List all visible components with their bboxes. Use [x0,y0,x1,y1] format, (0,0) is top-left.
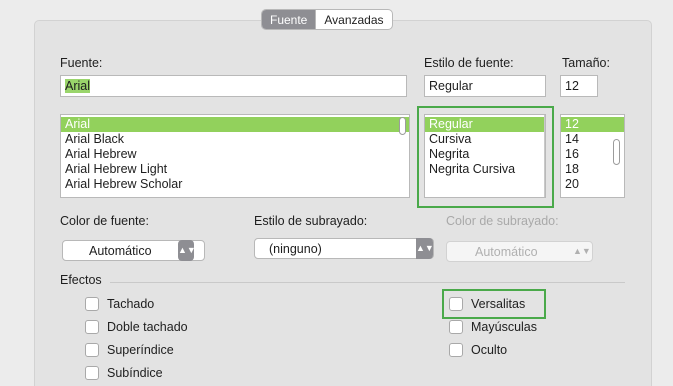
checkbox-label: Subíndice [107,366,163,380]
list-item[interactable]: Arial Hebrew Light [61,162,409,177]
list-item[interactable]: Arial Hebrew Scholar [61,177,409,192]
tab-avanzadas[interactable]: Avanzadas [315,10,391,29]
checkbox-tachado[interactable]: Tachado [85,297,154,311]
size-list-scrollbar[interactable] [613,139,620,165]
checkbox-box[interactable] [85,297,99,311]
versalitas-highlight [442,289,546,319]
font-style-label: Estilo de fuente: [424,56,514,70]
font-color-value: Automático [89,244,152,258]
list-item[interactable]: 12 [561,117,624,132]
font-size-field[interactable]: 12 [560,75,598,97]
checkbox-box[interactable] [85,320,99,334]
effects-divider [110,282,625,283]
font-list[interactable]: Arial Arial Black Arial Hebrew Arial Heb… [60,114,410,198]
checkbox-box[interactable] [85,343,99,357]
list-item[interactable]: Arial Black [61,132,409,147]
size-label: Tamaño: [562,56,610,70]
tab-segmented-control: Fuente Avanzadas [261,9,393,30]
font-list-scrollbar[interactable] [399,117,406,135]
checkbox-mayusculas[interactable]: Mayúsculas [449,320,537,334]
font-color-label: Color de fuente: [60,214,149,228]
checkbox-subindice[interactable]: Subíndice [85,366,163,380]
checkbox-label: Doble tachado [107,320,188,334]
checkbox-oculto[interactable]: Oculto [449,343,507,357]
checkbox-superindice[interactable]: Superíndice [85,343,174,357]
popup-arrows-icon: ▲▼ [416,238,434,259]
list-item[interactable]: Arial Hebrew [61,147,409,162]
underline-style-label: Estilo de subrayado: [254,214,368,228]
checkbox-box[interactable] [85,366,99,380]
checkbox-label: Tachado [107,297,155,311]
underline-color-label: Color de subrayado: [446,214,559,228]
font-size-list[interactable]: 12 14 16 18 20 [560,114,625,198]
underline-color-value: Automático [475,245,538,259]
list-item[interactable]: 20 [561,177,624,192]
effects-label: Efectos [60,273,102,287]
checkbox-label: Mayúsculas [471,320,537,334]
focus-highlight [417,106,554,208]
font-name-field[interactable]: Arial [60,75,407,97]
tab-fuente[interactable]: Fuente [262,10,316,29]
checkbox-label: Oculto [471,343,508,357]
checkbox-doble-tachado[interactable]: Doble tachado [85,320,188,334]
checkbox-box[interactable] [449,320,463,334]
underline-color-popup: Automático ▲▼ [446,241,593,262]
underline-style-value: (ninguno) [269,242,322,256]
popup-arrows-icon: ▲▼ [178,240,196,261]
font-style-field[interactable]: Regular [424,75,546,97]
font-name-value: Arial [65,79,91,93]
font-label: Fuente: [60,56,103,70]
list-item[interactable]: Arial [61,117,409,132]
underline-style-popup[interactable]: (ninguno) ▲▼ [254,238,434,259]
popup-arrows-icon: ▲▼ [573,246,591,256]
font-color-popup[interactable]: Automático ▲▼ [62,240,205,261]
checkbox-label: Superíndice [107,343,174,357]
checkbox-box[interactable] [449,343,463,357]
